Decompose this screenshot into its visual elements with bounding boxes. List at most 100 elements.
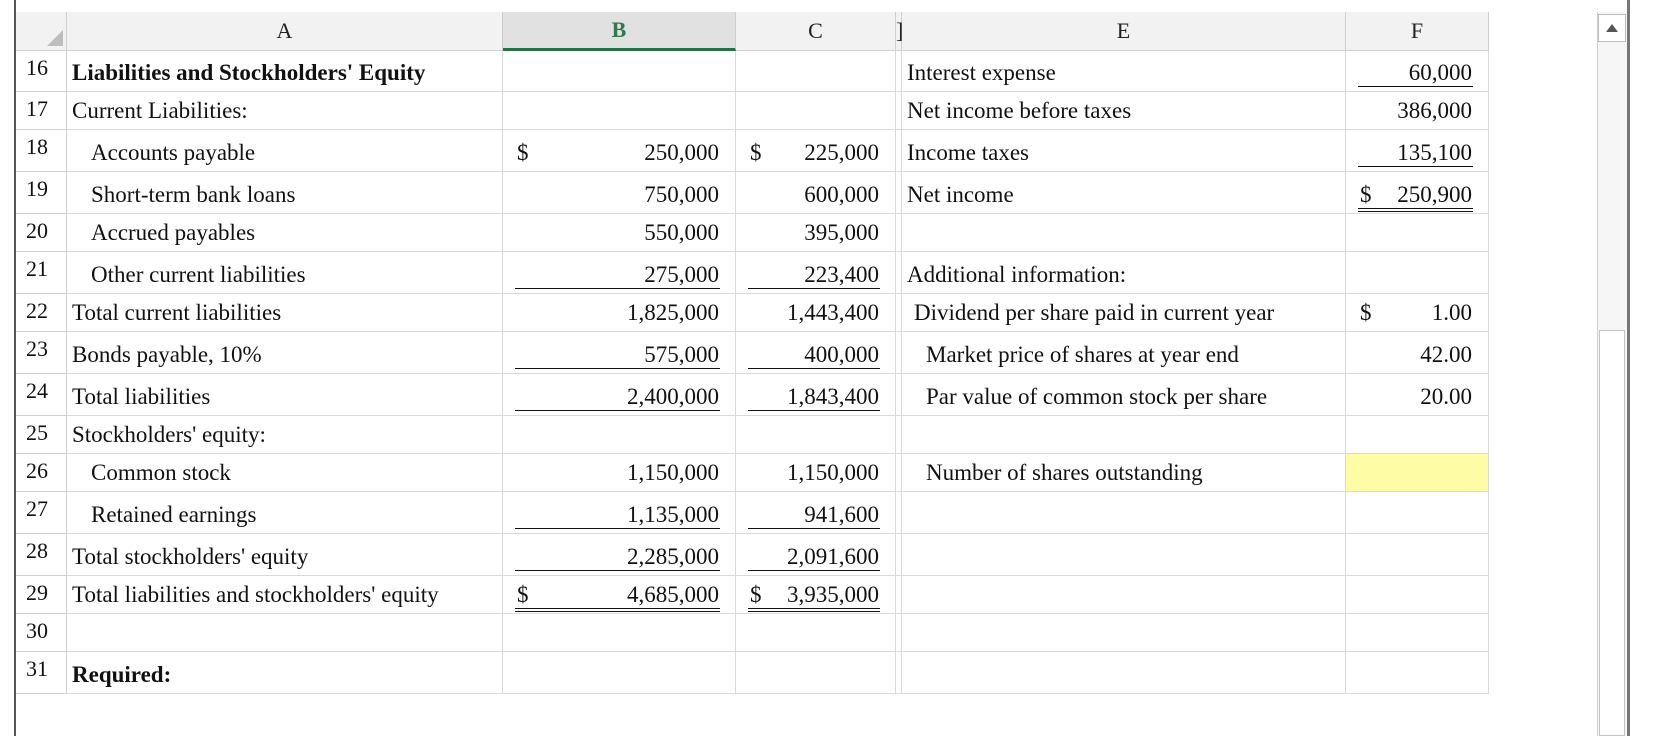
row-header[interactable]: 20	[16, 214, 67, 252]
cell-b31[interactable]	[503, 652, 736, 694]
cell-f17[interactable]: 386,000	[1346, 92, 1489, 130]
cell-c31[interactable]	[736, 652, 896, 694]
cell-f30[interactable]	[1346, 614, 1489, 652]
scroll-up-button[interactable]	[1598, 14, 1626, 42]
cell-a26[interactable]: Common stock	[67, 454, 503, 492]
cell-e29[interactable]	[902, 576, 1346, 614]
cell-e21[interactable]: Additional information:	[902, 252, 1346, 294]
single-underline	[515, 368, 720, 369]
row-header[interactable]: 18	[16, 130, 67, 172]
cell-c30[interactable]	[736, 614, 896, 652]
cell-e19[interactable]: Net income	[902, 172, 1346, 214]
cell-e20[interactable]	[902, 214, 1346, 252]
cell-a29[interactable]: Total liabilities and stockholders' equi…	[67, 576, 503, 614]
row-header[interactable]: 19	[16, 172, 67, 214]
cell-a25[interactable]: Stockholders' equity:	[67, 416, 503, 454]
cell-e23[interactable]: Market price of shares at year end	[902, 332, 1346, 374]
cell-e27[interactable]	[902, 492, 1346, 534]
cell-e31[interactable]	[902, 652, 1346, 694]
cell-a20[interactable]: Accrued payables	[67, 214, 503, 252]
cell-f21[interactable]	[1346, 252, 1489, 294]
cell-a17[interactable]: Current Liabilities:	[67, 92, 503, 130]
cell-e16[interactable]: Interest expense	[902, 51, 1346, 92]
cell-b18[interactable]: $250,000	[503, 130, 736, 172]
row-header[interactable]: 28	[16, 534, 67, 576]
cell-a16[interactable]: Liabilities and Stockholders' Equity	[67, 51, 503, 92]
row-header[interactable]: 24	[16, 374, 67, 416]
cell-b19[interactable]: 750,000	[503, 172, 736, 214]
cell-value: 2,400,000	[627, 384, 719, 409]
column-header-e[interactable]: E	[902, 12, 1346, 51]
cell-b25[interactable]	[503, 416, 736, 454]
cell-a18[interactable]: Accounts payable	[67, 130, 503, 172]
cell-c20[interactable]: 395,000	[736, 214, 896, 252]
cell-c17[interactable]	[736, 92, 896, 130]
cell-e18[interactable]: Income taxes	[902, 130, 1346, 172]
cell-a23[interactable]: Bonds payable, 10%	[67, 332, 503, 374]
column-header-c[interactable]: C	[736, 12, 896, 51]
cell-a21[interactable]: Other current liabilities	[67, 252, 503, 294]
cell-f26[interactable]	[1346, 454, 1489, 492]
cell-text: Required:	[72, 662, 172, 687]
column-header-a[interactable]: A	[67, 12, 503, 51]
cell-f24[interactable]: 20.00	[1346, 374, 1489, 416]
cell-f27[interactable]	[1346, 492, 1489, 534]
cell-text: Par value of common stock per share	[926, 384, 1268, 409]
cell-text: Retained earnings	[91, 502, 257, 527]
cell-e26[interactable]: Number of shares outstanding	[902, 454, 1346, 492]
cell-e22[interactable]: Dividend per share paid in current year	[902, 294, 1346, 332]
cell-b22[interactable]: 1,825,000	[503, 294, 736, 332]
cell-f25[interactable]	[1346, 416, 1489, 454]
cell-f29[interactable]	[1346, 576, 1489, 614]
double-underline	[515, 608, 720, 612]
select-all-corner[interactable]	[16, 12, 67, 51]
cell-e30[interactable]	[902, 614, 1346, 652]
cell-e17[interactable]: Net income before taxes	[902, 92, 1346, 130]
cell-value: 1,443,400	[787, 300, 879, 325]
cell-a22[interactable]: Total current liabilities	[67, 294, 503, 332]
cell-c26[interactable]: 1,150,000	[736, 454, 896, 492]
row-header[interactable]: 29	[16, 576, 67, 614]
row-header[interactable]: 25	[16, 416, 67, 454]
row-header[interactable]: 23	[16, 332, 67, 374]
cell-value: 550,000	[644, 220, 719, 245]
column-header-f[interactable]: F	[1346, 12, 1489, 51]
cell-b26[interactable]: 1,150,000	[503, 454, 736, 492]
cell-e28[interactable]	[902, 534, 1346, 576]
column-header-b[interactable]: B	[503, 12, 736, 51]
cell-c22[interactable]: 1,443,400	[736, 294, 896, 332]
cell-f23[interactable]: 42.00	[1346, 332, 1489, 374]
row-header[interactable]: 30	[16, 614, 67, 652]
cell-c18[interactable]: $225,000	[736, 130, 896, 172]
cell-f28[interactable]	[1346, 534, 1489, 576]
cell-e24[interactable]: Par value of common stock per share	[902, 374, 1346, 416]
cell-c19[interactable]: 600,000	[736, 172, 896, 214]
row-header[interactable]: 22	[16, 294, 67, 332]
cell-c25[interactable]	[736, 416, 896, 454]
cell-f20[interactable]	[1346, 214, 1489, 252]
cell-f31[interactable]	[1346, 652, 1489, 694]
row-header[interactable]: 16	[16, 51, 67, 92]
cell-b17[interactable]	[503, 92, 736, 130]
cell-b16[interactable]	[503, 51, 736, 92]
cell-text: Stockholders' equity:	[72, 422, 266, 447]
cell-b30[interactable]	[503, 614, 736, 652]
row-header[interactable]: 26	[16, 454, 67, 492]
cell-a24[interactable]: Total liabilities	[67, 374, 503, 416]
currency-symbol: $	[1360, 300, 1372, 325]
row-header[interactable]: 27	[16, 492, 67, 534]
cell-f22[interactable]: $1.00	[1346, 294, 1489, 332]
row-header[interactable]: 21	[16, 252, 67, 294]
cell-a19[interactable]: Short-term bank loans	[67, 172, 503, 214]
row-header[interactable]: 17	[16, 92, 67, 130]
cell-c16[interactable]	[736, 51, 896, 92]
cell-a28[interactable]: Total stockholders' equity	[67, 534, 503, 576]
row-header[interactable]: 31	[16, 652, 67, 694]
cell-a30[interactable]	[67, 614, 503, 652]
cell-e25[interactable]	[902, 416, 1346, 454]
cell-a31[interactable]: Required:	[67, 652, 503, 694]
cell-b20[interactable]: 550,000	[503, 214, 736, 252]
cell-a27[interactable]: Retained earnings	[67, 492, 503, 534]
currency-symbol: $	[750, 140, 762, 165]
scrollbar-thumb[interactable]	[1599, 330, 1625, 736]
